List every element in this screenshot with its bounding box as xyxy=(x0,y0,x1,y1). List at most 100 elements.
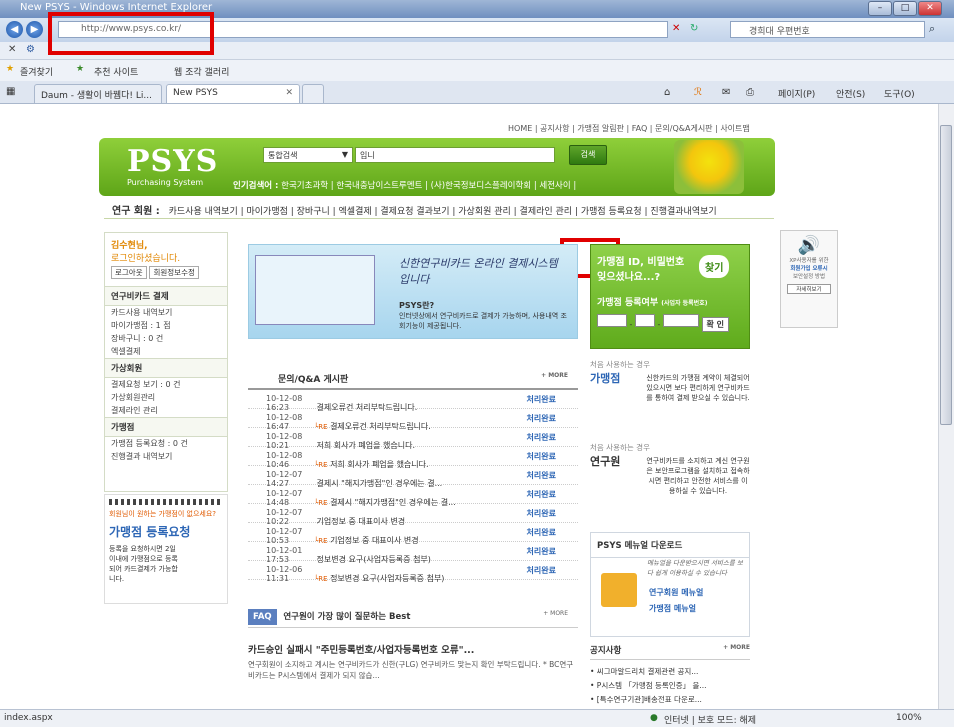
menu-payment-line[interactable]: 결제라인 관리 xyxy=(105,404,227,417)
site-search-button[interactable]: 검색 xyxy=(569,145,607,165)
member-menu-links[interactable]: 카드사용 내역보기 | 마이가맹점 | 장바구니 | 엑셀결제 | 결제요청 결… xyxy=(169,207,717,217)
login-greeting: 로그인하셨습니다. xyxy=(111,254,181,264)
search-query-text: 경희대 우편번호 xyxy=(749,27,810,37)
favorites-button[interactable]: 즐겨찾기 xyxy=(20,65,53,78)
speaker-icon: 🔊 xyxy=(797,235,821,256)
member-label: 연구 회원 : xyxy=(112,206,160,217)
safety-menu[interactable]: 안전(S) xyxy=(836,87,865,100)
logo-subtitle: Purchasing System xyxy=(127,178,204,187)
qna-row[interactable]: 10-12-08 16:23 결제오류건 처리부탁드립니다. 처리완료 xyxy=(248,390,578,412)
notice-header: 공지사항 + MORE xyxy=(590,644,750,660)
stop-icon[interactable]: ✕ xyxy=(672,23,680,34)
status-bar: index.aspx ● 인터넷 | 보호 모드: 해제 100% xyxy=(0,709,954,727)
notice-more-link[interactable]: + MORE xyxy=(723,644,750,651)
banner-question: 회원님이 원하는 가맹점이 없으세요? xyxy=(109,510,216,518)
find-id-box: 가맹점 ID, 비밀번호 잊으셨나요...? 찾기 가맹점 등록여부 (사업자 … xyxy=(590,244,750,349)
menu-merchant-register[interactable]: 가맹점 등록요청 : 0 건 xyxy=(105,437,227,450)
mail-icon[interactable]: ✉ xyxy=(722,87,730,98)
minimize-button[interactable]: – xyxy=(868,1,892,16)
settings-icon[interactable]: ⚙ xyxy=(26,44,35,55)
search-scope-select[interactable]: 통합검색 ▼ xyxy=(263,147,353,163)
ad-line3: 보안설정 방법 xyxy=(792,274,826,280)
qna-subject[interactable]: 결제시 "해지가맹점"인 경우에는 결... xyxy=(317,479,443,488)
home-icon[interactable]: ⌂ xyxy=(664,87,670,98)
bizno-part1-input[interactable] xyxy=(597,314,627,327)
menu-card-history[interactable]: 카드사용 내역보기 xyxy=(105,306,227,319)
merchant-request-banner[interactable]: 회원님이 원하는 가맹점이 없으세요? 가맹점 등록요청 등록을 요청하시면 2… xyxy=(104,494,228,604)
page-menu[interactable]: 페이지(P) xyxy=(778,87,815,100)
menu-payment-requests[interactable]: 결제요청 보기 : 0 건 xyxy=(105,378,227,391)
new-tab-button[interactable] xyxy=(302,84,324,103)
bizno-part3-input[interactable] xyxy=(662,314,699,327)
menu-my-merchants[interactable]: 마이가맹점 : 1 점 xyxy=(105,319,227,332)
edit-profile-button[interactable]: 회원정보수정 xyxy=(149,266,199,279)
web-slice-gallery-button[interactable]: 웹 조각 갤러리 xyxy=(174,65,229,78)
close-tab-icon[interactable]: ✕ xyxy=(285,88,293,98)
refresh-icon[interactable]: ↻ xyxy=(690,23,698,34)
qna-date: 10-12-01 17:53 xyxy=(266,546,303,564)
qna-more-link[interactable]: + MORE xyxy=(541,372,568,379)
feeds-icon[interactable]: ℛ xyxy=(694,87,702,98)
confirm-button[interactable]: 확 인 xyxy=(701,317,730,332)
decor-strip xyxy=(109,499,223,505)
qna-subject[interactable]: 저희 회사가 폐업을 했습니다. xyxy=(317,441,416,450)
menu-progress-results[interactable]: 진행결과 내역보기 xyxy=(105,450,227,463)
popular-terms[interactable]: 한국기초과학 | 한국내충남이스트루멘트 | (사)한국정보디스플레이학회 | … xyxy=(281,181,576,191)
suggested-sites-button[interactable]: 추천 사이트 xyxy=(94,65,138,78)
tab-new-psys[interactable]: New PSYS ✕ xyxy=(166,84,300,103)
notice-item[interactable]: • [특수연구기관]배송전표 다운로... xyxy=(590,694,750,705)
search-icon[interactable]: ⌕ xyxy=(929,22,935,36)
top-links[interactable]: HOME | 공지사항 | 가맹점 알림판 | FAQ | 문의/Q&A게시판 … xyxy=(508,123,750,134)
qna-subject[interactable]: 결제시 "해지가맹점"인 경우에는 결... xyxy=(330,498,456,507)
logout-button[interactable]: 로그아웃 xyxy=(111,266,147,279)
qna-status: 처리완료 xyxy=(526,566,556,575)
qna-title: 문의/Q&A 게시판 xyxy=(278,375,349,385)
notice-item[interactable]: • 씨그마알드리치 결제관련 공지... xyxy=(590,666,750,677)
tools-menu[interactable]: 도구(O) xyxy=(884,87,915,100)
qna-subject[interactable]: 정보변경 요구(사업자등록증 첨부) xyxy=(317,555,431,564)
researcher-manual-link[interactable]: 연구회원 메뉴얼 xyxy=(649,587,703,598)
qna-subject[interactable]: 정보변경 요구(사업자등록증 첨부) xyxy=(330,574,444,583)
quick-tabs-icon[interactable]: ▦ xyxy=(6,86,15,97)
qna-subject[interactable]: 기업정보 중 대표이사 변경 xyxy=(330,536,419,545)
tab-daum[interactable]: Daum - 생활이 바뀀다! Li... xyxy=(34,84,162,103)
site-search-input[interactable]: 입니 xyxy=(355,147,555,163)
find-button[interactable]: 찾기 xyxy=(699,255,730,278)
qna-status: 처리완료 xyxy=(526,547,556,556)
faq-section: FAQ 연구원이 가장 많이 질문하는 Best + MORE 카드승인 실패시… xyxy=(248,604,578,709)
notice-item[interactable]: • P시스템 「가맹점 등록인증」 을... xyxy=(590,680,750,691)
banner-description: 인터넷상에서 연구비카드로 결제가 가능하며, 사용내역 조회기능이 제공됩니다… xyxy=(399,312,567,330)
banner-title: 가맹점 등록요청 xyxy=(109,525,191,539)
bizno-part2-input[interactable] xyxy=(634,314,655,327)
close-window-button[interactable]: ✕ xyxy=(918,1,942,16)
menu-virtual-member-manage[interactable]: 가상회원관리 xyxy=(105,391,227,404)
scroll-thumb[interactable] xyxy=(940,125,952,425)
merchant-manual-link[interactable]: 가맹점 메뉴얼 xyxy=(649,603,696,614)
register-check-label: 가맹점 등록여부 (사업자 등록번호) xyxy=(591,283,749,308)
security-zone: 인터넷 | 보호 모드: 해제 xyxy=(664,716,757,726)
close-bar-icon[interactable]: ✕ xyxy=(8,44,16,55)
browser-search-input[interactable]: 경희대 우편번호 xyxy=(730,21,925,38)
print-icon[interactable]: ⎙ xyxy=(746,87,754,98)
zoom-level[interactable]: 100% xyxy=(896,713,922,723)
maximize-button[interactable]: □ xyxy=(893,1,917,16)
menu-cart[interactable]: 장바구니 : 0 건 xyxy=(105,332,227,345)
star-icon: ★ xyxy=(6,64,15,74)
psys-logo[interactable]: PSYS xyxy=(127,144,218,179)
qna-subject[interactable]: 기업정보 중 대표이사 변경 xyxy=(317,517,406,526)
xp-security-ad: 🔊 XP사용자를 위한 회원가입 오류시 보안설정 방법 자세히보기 xyxy=(780,230,838,328)
qna-subject[interactable]: 저희 회사가 폐업을 했습니다. xyxy=(330,460,429,469)
merchant-desc: 신한카드의 가맹점 계약이 체결되어 있으시면 보다 편리하게 연구비카드를 통… xyxy=(646,374,750,402)
ad-detail-button[interactable]: 자세히보기 xyxy=(787,284,831,294)
qna-status: 처리완료 xyxy=(526,433,556,442)
reply-badge: └RE xyxy=(314,461,328,469)
add-favorite-icon[interactable]: ★ xyxy=(76,64,84,74)
forward-button[interactable]: ▶ xyxy=(26,21,43,38)
faq-question[interactable]: 카드승인 실패시 "주민등록번호/사업자등록번호 오류"... xyxy=(248,642,578,656)
menu-excel-payment[interactable]: 엑셀결제 xyxy=(105,345,227,358)
qna-subject[interactable]: 결제오류건 처리부탁드립니다. xyxy=(330,422,431,431)
user-info: 김수현님, 로그인하셨습니다. 로그아웃 회원정보수정 xyxy=(105,233,227,280)
qna-subject[interactable]: 결제오류건 처리부탁드립니다. xyxy=(317,403,418,412)
back-button[interactable]: ◀ xyxy=(6,21,23,38)
faq-more-link[interactable]: + MORE xyxy=(543,610,568,617)
